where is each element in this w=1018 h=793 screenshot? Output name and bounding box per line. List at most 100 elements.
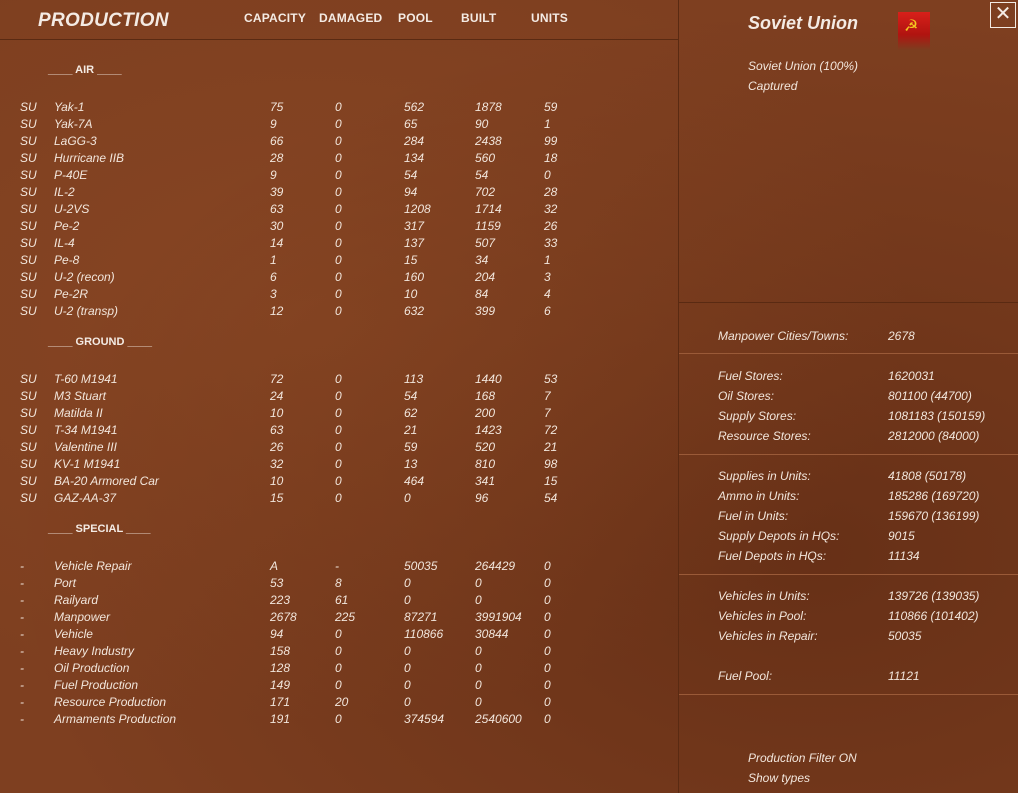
stat-value: 2678	[888, 329, 915, 343]
row-pool: 65	[404, 117, 418, 131]
panel-divider	[678, 0, 679, 793]
table-row[interactable]: SU P-40E 9 0 54 54 0	[0, 168, 676, 185]
row-damaged: 0	[335, 678, 342, 692]
stat-label: Manpower Cities/Towns:	[718, 329, 849, 343]
row-damaged: 0	[335, 304, 342, 318]
row-damaged: 0	[335, 423, 342, 437]
table-row[interactable]: SU BA-20 Armored Car 10 0 464 341 15	[0, 474, 676, 491]
stat-label: Fuel Stores:	[718, 369, 783, 383]
row-name: BA-20 Armored Car	[54, 474, 159, 488]
column-header-pool[interactable]: POOL	[398, 11, 433, 25]
table-row[interactable]: - Resource Production 171 20 0 0 0	[0, 695, 676, 712]
row-units: 53	[544, 372, 558, 386]
row-capacity: 149	[270, 678, 291, 692]
table-row[interactable]: SU T-60 M1941 72 0 113 1440 53	[0, 372, 676, 389]
stat-row: Oil Stores: 801100 (44700)	[718, 389, 1008, 405]
row-nation: SU	[20, 151, 37, 165]
show-types-toggle[interactable]: Show types	[748, 771, 810, 785]
table-row[interactable]: - Vehicle Repair A - 50035 264429 0	[0, 559, 676, 576]
production-filter-toggle[interactable]: Production Filter ON	[748, 751, 857, 765]
row-built: 0	[475, 576, 482, 590]
row-damaged: 0	[335, 134, 342, 148]
table-row[interactable]: SU Yak-1 75 0 562 1878 59	[0, 100, 676, 117]
table-row[interactable]: SU Hurricane IIB 28 0 134 560 18	[0, 151, 676, 168]
row-pool: 50035	[404, 559, 438, 573]
column-header-capacity[interactable]: CAPACITY	[244, 11, 306, 25]
row-units: 99	[544, 134, 558, 148]
column-header-built[interactable]: BUILT	[461, 11, 496, 25]
row-built: 0	[475, 644, 482, 658]
row-units: 33	[544, 236, 558, 250]
row-nation: SU	[20, 440, 37, 454]
stat-value: 159670 (136199)	[888, 509, 980, 523]
row-name: Valentine III	[54, 440, 117, 454]
row-name: U-2 (transp)	[54, 304, 119, 318]
row-units: 0	[544, 712, 551, 726]
row-built: 30844	[475, 627, 509, 641]
table-row[interactable]: SU Valentine III 26 0 59 520 21	[0, 440, 676, 457]
row-pool: 13	[404, 457, 418, 471]
table-row[interactable]: SU LaGG-3 66 0 284 2438 99	[0, 134, 676, 151]
row-capacity: 30	[270, 219, 284, 233]
table-row[interactable]: - Oil Production 128 0 0 0 0	[0, 661, 676, 678]
section-header: ____ GROUND ____	[48, 336, 152, 348]
stat-row: Fuel in Units: 159670 (136199)	[718, 509, 1008, 525]
table-row[interactable]: SU U-2 (transp) 12 0 632 399 6	[0, 304, 676, 321]
row-built: 507	[475, 236, 496, 250]
row-pool: 59	[404, 440, 418, 454]
table-row[interactable]: - Heavy Industry 158 0 0 0 0	[0, 644, 676, 661]
table-row[interactable]: SU GAZ-AA-37 15 0 0 96 54	[0, 491, 676, 508]
row-capacity: 66	[270, 134, 284, 148]
row-capacity: 191	[270, 712, 291, 726]
table-row[interactable]: - Railyard 223 61 0 0 0	[0, 593, 676, 610]
row-built: 1440	[475, 372, 502, 386]
row-built: 520	[475, 440, 496, 454]
row-damaged: 0	[335, 100, 342, 114]
row-built: 399	[475, 304, 496, 318]
table-row[interactable]: SU IL-2 39 0 94 702 28	[0, 185, 676, 202]
table-row[interactable]: SU U-2 (recon) 6 0 160 204 3	[0, 270, 676, 287]
table-row[interactable]: SU KV-1 M1941 32 0 13 810 98	[0, 457, 676, 474]
row-capacity: 1	[270, 253, 277, 267]
table-row[interactable]: SU Pe-2 30 0 317 1159 26	[0, 219, 676, 236]
table-row[interactable]: SU T-34 M1941 63 0 21 1423 72	[0, 423, 676, 440]
row-damaged: 0	[335, 474, 342, 488]
stat-label: Resource Stores:	[718, 429, 811, 443]
table-row[interactable]: SU Yak-7A 9 0 65 90 1	[0, 117, 676, 134]
table-row[interactable]: SU IL-4 14 0 137 507 33	[0, 236, 676, 253]
table-row[interactable]: SU Pe-8 1 0 15 34 1	[0, 253, 676, 270]
table-row[interactable]: - Fuel Production 149 0 0 0 0	[0, 678, 676, 695]
table-row[interactable]: - Port 53 8 0 0 0	[0, 576, 676, 593]
row-damaged: 20	[335, 695, 349, 709]
row-name: Armaments Production	[54, 712, 177, 726]
row-capacity: 26	[270, 440, 284, 454]
table-row[interactable]: SU U-2VS 63 0 1208 1714 32	[0, 202, 676, 219]
row-pool: 54	[404, 389, 418, 403]
table-row[interactable]: - Armaments Production 191 0 374594 2540600 0	[0, 712, 676, 729]
row-damaged: 0	[335, 406, 342, 420]
row-pool: 0	[404, 576, 411, 590]
row-capacity: 6	[270, 270, 277, 284]
column-header-units[interactable]: UNITS	[531, 11, 568, 25]
close-icon: ✕	[994, 3, 1012, 25]
row-damaged: 0	[335, 185, 342, 199]
row-damaged: 0	[335, 627, 342, 641]
row-name: Fuel Production	[54, 678, 139, 692]
row-units: 21	[544, 440, 558, 454]
table-row[interactable]: SU Pe-2R 3 0 10 84 4	[0, 287, 676, 304]
row-units: 0	[544, 695, 551, 709]
close-button[interactable]: ✕	[990, 2, 1016, 28]
table-row[interactable]: SU M3 Stuart 24 0 54 168 7	[0, 389, 676, 406]
stat-value: 9015	[888, 529, 915, 543]
table-row[interactable]: SU Matilda II 10 0 62 200 7	[0, 406, 676, 423]
row-nation: SU	[20, 134, 37, 148]
row-damaged: 0	[335, 236, 342, 250]
row-pool: 94	[404, 185, 418, 199]
table-row[interactable]: - Vehicle 94 0 110866 30844 0	[0, 627, 676, 644]
row-units: 54	[544, 491, 558, 505]
row-nation: -	[20, 644, 24, 658]
table-row[interactable]: - Manpower 2678 225 87271 3991904 0	[0, 610, 676, 627]
column-header-damaged[interactable]: DAMAGED	[319, 11, 382, 25]
row-name: T-60 M1941	[54, 372, 118, 386]
row-nation: SU	[20, 100, 37, 114]
